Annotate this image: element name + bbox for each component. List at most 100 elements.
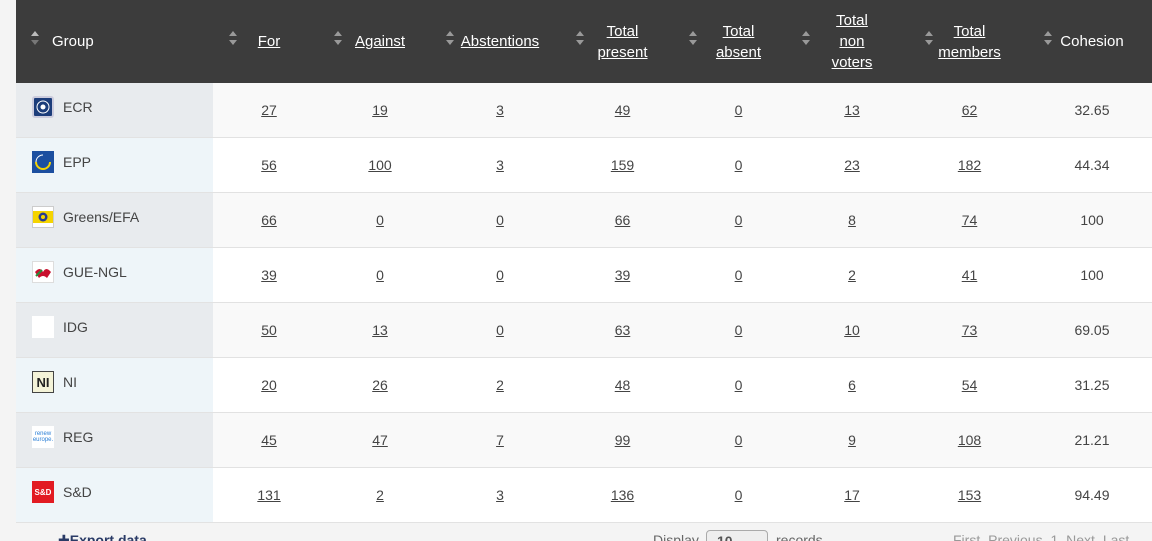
absent-cell[interactable]: 0 — [680, 302, 797, 358]
abstentions-cell[interactable]: 3 — [435, 83, 565, 138]
against-link[interactable]: 100 — [368, 157, 391, 173]
non-voters-cell[interactable]: 9 — [797, 412, 907, 468]
against-link[interactable]: 26 — [372, 377, 388, 393]
present-cell[interactable]: 63 — [565, 302, 680, 358]
absent-link[interactable]: 0 — [735, 487, 743, 503]
header-for[interactable]: For — [213, 0, 325, 83]
for-link[interactable]: 45 — [261, 432, 277, 448]
abstentions-cell[interactable]: 3 — [435, 137, 565, 193]
for-cell[interactable]: 56 — [213, 137, 325, 193]
against-cell[interactable]: 0 — [325, 192, 435, 248]
abstentions-link[interactable]: 3 — [496, 487, 504, 503]
header-against[interactable]: Against — [325, 0, 435, 83]
non-voters-link[interactable]: 8 — [848, 212, 856, 228]
present-cell[interactable]: 48 — [565, 357, 680, 413]
against-link[interactable]: 19 — [372, 102, 388, 118]
against-link[interactable]: 2 — [376, 487, 384, 503]
abstentions-link[interactable]: 3 — [496, 157, 504, 173]
members-link[interactable]: 74 — [962, 212, 978, 228]
for-cell[interactable]: 45 — [213, 412, 325, 468]
members-cell[interactable]: 62 — [907, 83, 1032, 138]
abstentions-link[interactable]: 3 — [496, 102, 504, 118]
abstentions-link[interactable]: 0 — [496, 322, 504, 338]
absent-link[interactable]: 0 — [735, 102, 743, 118]
present-link[interactable]: 99 — [615, 432, 631, 448]
members-cell[interactable]: 41 — [907, 247, 1032, 303]
for-link[interactable]: 56 — [261, 157, 277, 173]
present-link[interactable]: 63 — [615, 322, 631, 338]
members-link[interactable]: 108 — [958, 432, 981, 448]
header-total-members[interactable]: Total members — [907, 0, 1032, 83]
abstentions-cell[interactable]: 3 — [435, 467, 565, 523]
export-data-button[interactable]: ✚Export data — [58, 532, 147, 541]
absent-cell[interactable]: 0 — [680, 357, 797, 413]
against-cell[interactable]: 0 — [325, 247, 435, 303]
against-link[interactable]: 0 — [376, 267, 384, 283]
non-voters-link[interactable]: 13 — [844, 102, 860, 118]
against-cell[interactable]: 19 — [325, 83, 435, 138]
members-link[interactable]: 62 — [962, 102, 978, 118]
present-cell[interactable]: 39 — [565, 247, 680, 303]
present-link[interactable]: 159 — [611, 157, 634, 173]
members-cell[interactable]: 73 — [907, 302, 1032, 358]
present-link[interactable]: 66 — [615, 212, 631, 228]
against-cell[interactable]: 47 — [325, 412, 435, 468]
header-group[interactable]: Group — [16, 0, 213, 83]
absent-cell[interactable]: 0 — [680, 192, 797, 248]
present-link[interactable]: 49 — [615, 102, 631, 118]
for-cell[interactable]: 27 — [213, 83, 325, 138]
present-cell[interactable]: 49 — [565, 83, 680, 138]
non-voters-cell[interactable]: 17 — [797, 467, 907, 523]
present-cell[interactable]: 159 — [565, 137, 680, 193]
members-cell[interactable]: 108 — [907, 412, 1032, 468]
header-total-absent[interactable]: Total absent — [680, 0, 797, 83]
members-cell[interactable]: 153 — [907, 467, 1032, 523]
present-link[interactable]: 39 — [615, 267, 631, 283]
absent-cell[interactable]: 0 — [680, 467, 797, 523]
against-cell[interactable]: 2 — [325, 467, 435, 523]
header-cohesion[interactable]: Cohesion — [1032, 0, 1152, 83]
absent-link[interactable]: 0 — [735, 267, 743, 283]
abstentions-cell[interactable]: 0 — [435, 192, 565, 248]
non-voters-cell[interactable]: 2 — [797, 247, 907, 303]
non-voters-link[interactable]: 9 — [848, 432, 856, 448]
header-abstentions[interactable]: Abstentions — [435, 0, 565, 83]
against-link[interactable]: 47 — [372, 432, 388, 448]
members-cell[interactable]: 182 — [907, 137, 1032, 193]
for-cell[interactable]: 39 — [213, 247, 325, 303]
members-link[interactable]: 54 — [962, 377, 978, 393]
against-cell[interactable]: 13 — [325, 302, 435, 358]
members-link[interactable]: 41 — [962, 267, 978, 283]
present-cell[interactable]: 99 — [565, 412, 680, 468]
present-cell[interactable]: 66 — [565, 192, 680, 248]
absent-cell[interactable]: 0 — [680, 247, 797, 303]
non-voters-link[interactable]: 17 — [844, 487, 860, 503]
pagination[interactable]: First Previous 1 Next Last — [953, 532, 1129, 541]
absent-link[interactable]: 0 — [735, 322, 743, 338]
abstentions-link[interactable]: 0 — [496, 212, 504, 228]
for-cell[interactable]: 66 — [213, 192, 325, 248]
non-voters-link[interactable]: 2 — [848, 267, 856, 283]
present-link[interactable]: 48 — [615, 377, 631, 393]
against-link[interactable]: 13 — [372, 322, 388, 338]
abstentions-cell[interactable]: 0 — [435, 302, 565, 358]
absent-link[interactable]: 0 — [735, 432, 743, 448]
absent-cell[interactable]: 0 — [680, 137, 797, 193]
non-voters-cell[interactable]: 8 — [797, 192, 907, 248]
for-link[interactable]: 50 — [261, 322, 277, 338]
for-link[interactable]: 66 — [261, 212, 277, 228]
members-link[interactable]: 73 — [962, 322, 978, 338]
absent-link[interactable]: 0 — [735, 377, 743, 393]
present-cell[interactable]: 136 — [565, 467, 680, 523]
non-voters-link[interactable]: 23 — [844, 157, 860, 173]
members-link[interactable]: 153 — [958, 487, 981, 503]
non-voters-cell[interactable]: 10 — [797, 302, 907, 358]
members-link[interactable]: 182 — [958, 157, 981, 173]
abstentions-link[interactable]: 7 — [496, 432, 504, 448]
non-voters-cell[interactable]: 23 — [797, 137, 907, 193]
for-cell[interactable]: 50 — [213, 302, 325, 358]
for-cell[interactable]: 20 — [213, 357, 325, 413]
header-total-non-voters[interactable]: Total non voters — [797, 0, 907, 83]
against-link[interactable]: 0 — [376, 212, 384, 228]
for-link[interactable]: 39 — [261, 267, 277, 283]
